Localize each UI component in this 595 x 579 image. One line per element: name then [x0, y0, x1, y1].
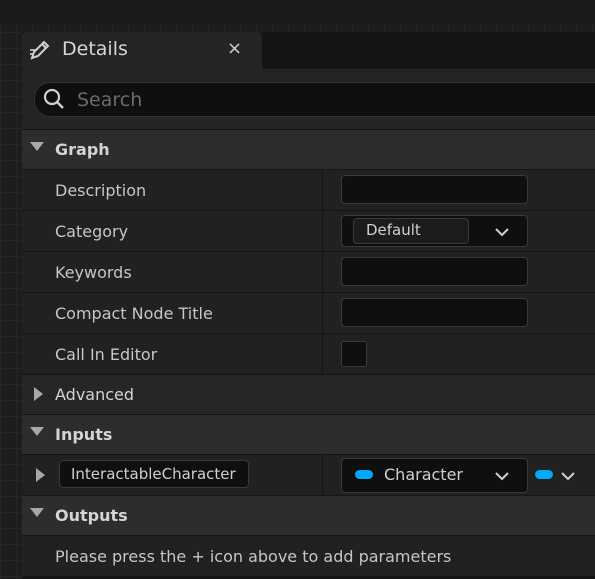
property-label: Keywords [55, 263, 132, 282]
search-input[interactable] [75, 86, 579, 114]
panel-title: Details [62, 38, 128, 60]
property-row-compact-node-title: Compact Node Title [22, 292, 595, 333]
category-dropdown[interactable]: Default [341, 215, 528, 247]
column-divider[interactable] [322, 252, 323, 292]
close-icon[interactable]: × [227, 38, 242, 59]
top-toolbar-strip [0, 0, 595, 24]
column-divider[interactable] [322, 211, 323, 251]
property-label: Compact Node Title [55, 304, 213, 323]
column-divider[interactable] [322, 334, 323, 374]
category-value[interactable]: Default [353, 218, 469, 244]
search-icon [43, 88, 65, 110]
chevron-right-icon[interactable] [36, 468, 45, 482]
chevron-down-icon [30, 142, 44, 151]
chevron-down-icon [30, 508, 44, 517]
column-divider[interactable] [322, 455, 323, 495]
column-divider[interactable] [322, 293, 323, 333]
parameter-type-dropdown[interactable]: Character [341, 458, 528, 493]
chevron-right-icon [34, 387, 43, 401]
description-field[interactable] [341, 175, 528, 204]
section-header-graph[interactable]: Graph [22, 129, 595, 169]
section-header-advanced[interactable]: Advanced [22, 374, 595, 414]
section-label: Graph [55, 140, 110, 159]
property-label: Category [55, 222, 129, 241]
section-label: Advanced [55, 385, 135, 404]
object-pin-icon [355, 470, 373, 479]
section-header-inputs[interactable]: Inputs [22, 414, 595, 454]
section-header-outputs[interactable]: Outputs [22, 495, 595, 535]
chevron-down-icon [495, 468, 509, 482]
section-label: Outputs [55, 506, 128, 525]
property-row-keywords: Keywords [22, 251, 595, 292]
property-row-category: Category Default [22, 210, 595, 251]
keywords-field[interactable] [341, 257, 528, 286]
outputs-empty-message: Please press the + icon above to add par… [55, 547, 452, 566]
property-row-description: Description [22, 169, 595, 210]
pencil-icon [28, 38, 52, 62]
details-tab[interactable]: Details × [22, 32, 262, 69]
chevron-down-icon[interactable] [561, 468, 575, 482]
parameter-type-label: Character [384, 465, 463, 484]
search-box[interactable] [34, 82, 595, 117]
property-label: Description [55, 181, 147, 200]
container-type-pin-icon[interactable] [535, 470, 553, 479]
section-label: Inputs [55, 425, 113, 444]
chevron-down-icon [30, 427, 44, 436]
property-label: Call In Editor [55, 345, 158, 364]
details-panel: Details × Graph Description Category [22, 32, 595, 579]
compact-node-title-field[interactable] [341, 298, 528, 327]
call-in-editor-checkbox[interactable] [341, 341, 367, 367]
outputs-empty-message-row: Please press the + icon above to add par… [22, 535, 595, 576]
input-parameter-row: InteractableCharacter Character [22, 454, 595, 495]
chevron-down-icon [495, 224, 509, 238]
property-row-call-in-editor: Call In Editor [22, 333, 595, 374]
search-bar [22, 69, 595, 129]
column-divider[interactable] [322, 170, 323, 210]
property-list: Graph Description Category Default Keywo… [22, 129, 595, 576]
parameter-name-field[interactable]: InteractableCharacter [59, 460, 249, 488]
